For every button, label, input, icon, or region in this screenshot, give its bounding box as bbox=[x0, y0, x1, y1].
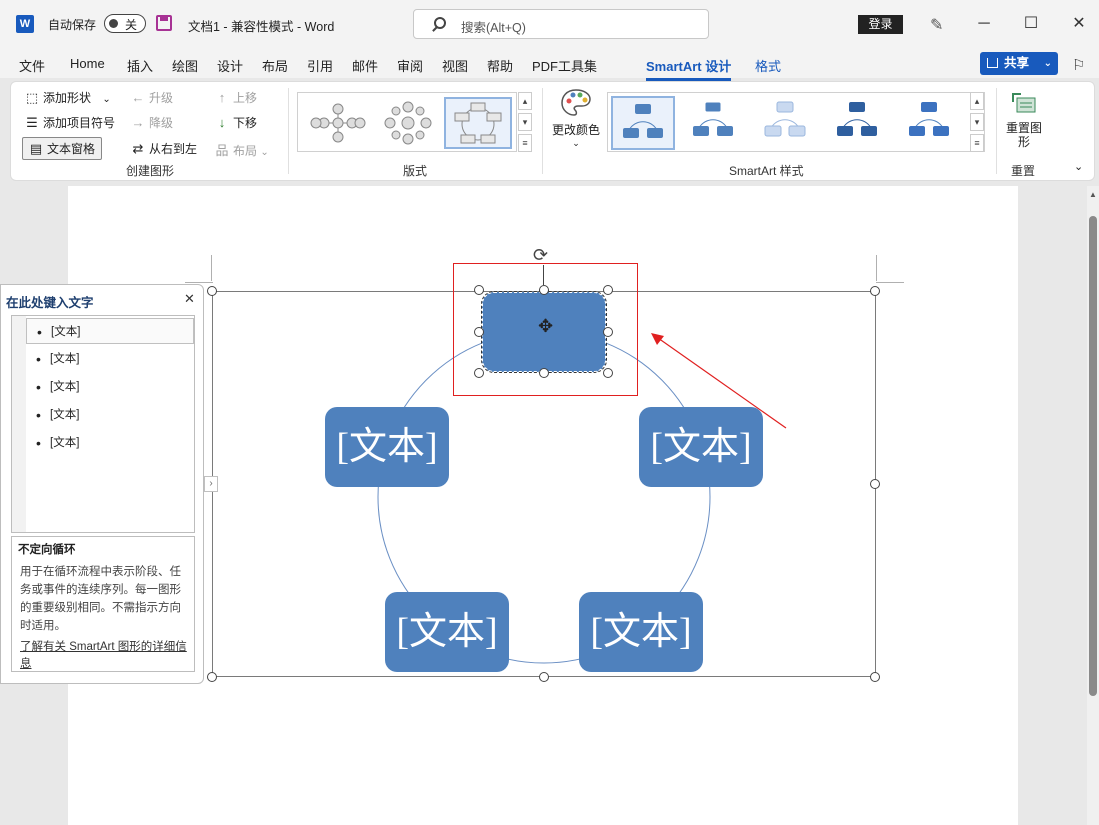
smartart-node-bottom-right[interactable]: [文本] bbox=[579, 592, 703, 672]
text-pane-item[interactable]: [文本] bbox=[26, 402, 194, 428]
text-pane-item[interactable]: [文本] bbox=[26, 318, 194, 345]
layout-description: 不定向循环 用于在循环流程中表示阶段、任务或事件的连续序列。每一图形的重要级别相… bbox=[11, 536, 195, 672]
smartart-node-right[interactable]: [文本] bbox=[639, 407, 763, 487]
layout-description-title: 不定向循环 bbox=[18, 544, 76, 556]
text-pane-toggle-icon[interactable]: › bbox=[204, 476, 218, 492]
text-pane-item[interactable]: [文本] bbox=[26, 346, 194, 372]
close-icon[interactable]: ✕ bbox=[184, 291, 195, 307]
layout-description-body: 用于在循环流程中表示阶段、任务或事件的连续序列。每一图形的重要级别相同。不需指示… bbox=[20, 566, 181, 632]
text-pane-item[interactable]: [文本] bbox=[26, 430, 194, 456]
resize-handle[interactable] bbox=[870, 286, 880, 296]
smartart-node-bottom-left[interactable]: [文本] bbox=[385, 592, 509, 672]
smartart-text-pane: 在此处键入文字 ✕ [文本] [文本] [文本] [文本] [文本] 不定向循环… bbox=[0, 284, 204, 684]
resize-handle[interactable] bbox=[207, 672, 217, 682]
smartart-node-left[interactable]: [文本] bbox=[325, 407, 449, 487]
resize-handle[interactable] bbox=[539, 672, 549, 682]
learn-more-link[interactable]: 了解有关 SmartArt 图形的详细信息 bbox=[18, 639, 188, 673]
resize-handle[interactable] bbox=[870, 672, 880, 682]
text-pane-list: [文本] [文本] [文本] [文本] [文本] bbox=[11, 315, 195, 533]
highlight-box bbox=[453, 263, 638, 396]
resize-handle[interactable] bbox=[870, 479, 880, 489]
text-pane-gutter bbox=[12, 316, 26, 532]
text-pane-title: 在此处键入文字 bbox=[6, 296, 94, 310]
text-pane-item[interactable]: [文本] bbox=[26, 374, 194, 400]
resize-handle[interactable] bbox=[207, 286, 217, 296]
